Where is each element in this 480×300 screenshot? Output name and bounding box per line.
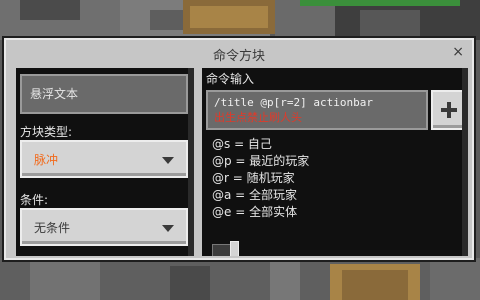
- command-block-dialog: 命令方块 × 悬浮文本 方块类型: 脉冲 条件: 无条件 命令输入 /title…: [4, 38, 474, 260]
- chevron-down-icon: [162, 157, 174, 164]
- toggle-switch[interactable]: [212, 241, 239, 256]
- block-type-label: 方块类型:: [20, 125, 73, 139]
- list-item: @e = 全部实体: [212, 205, 298, 219]
- condition-dropdown[interactable]: 无条件: [20, 208, 188, 246]
- list-item: @a = 全部玩家: [212, 188, 298, 202]
- command-input[interactable]: /title @p[r=2] actionbar 出生点禁止刷人头: [206, 90, 428, 130]
- toggle-knob: [230, 241, 239, 256]
- command-input-label: 命令输入: [206, 72, 255, 86]
- list-item: @r = 随机玩家: [212, 171, 295, 185]
- block-settings-panel: 悬浮文本 方块类型: 脉冲 条件: 无条件: [16, 68, 194, 256]
- title-bar: 命令方块 ×: [6, 40, 472, 66]
- command-text-highlight: 出生点禁止刷人头: [214, 111, 302, 124]
- close-icon[interactable]: ×: [452, 44, 464, 60]
- condition-value: 无条件: [34, 221, 71, 235]
- block-type-dropdown[interactable]: 脉冲: [20, 140, 188, 178]
- dialog-title: 命令方块: [212, 49, 265, 64]
- list-item: @p = 最近的玩家: [212, 154, 310, 168]
- hover-text-input[interactable]: 悬浮文本: [20, 74, 188, 114]
- scrollbar[interactable]: [462, 68, 468, 256]
- command-panel: 命令输入 /title @p[r=2] actionbar 出生点禁止刷人头 @…: [202, 68, 468, 256]
- list-item: @s = 自己: [212, 137, 272, 151]
- chevron-down-icon: [162, 225, 174, 232]
- condition-label: 条件:: [20, 193, 49, 207]
- scrollbar[interactable]: [188, 68, 194, 256]
- block-type-value: 脉冲: [34, 153, 59, 167]
- selector-help-list: @s = 自己 @p = 最近的玩家 @r = 随机玩家 @a = 全部玩家 @…: [212, 136, 309, 221]
- command-text: /title @p[r=2] actionbar: [214, 96, 373, 109]
